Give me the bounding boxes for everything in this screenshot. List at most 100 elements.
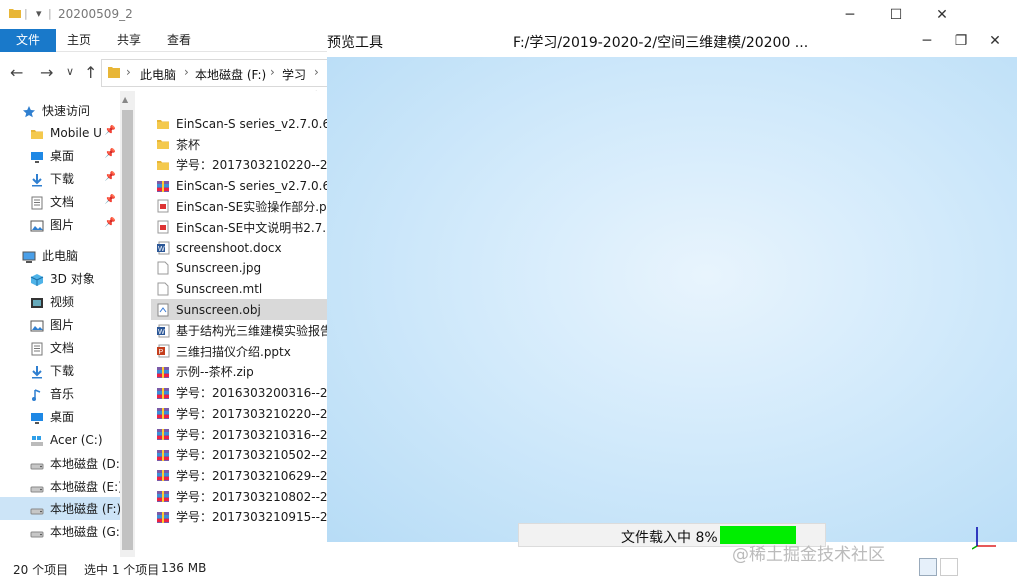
breadcrumb-separator: › (314, 65, 319, 79)
nav-item[interactable]: Mobile U 📌 (0, 121, 120, 144)
file-name: 学号：2017303210629--201 (176, 468, 327, 483)
file-row[interactable]: W 基于结构光三维建模实验报告. (151, 320, 327, 341)
breadcrumb-this-pc[interactable]: 此电脑 (140, 66, 176, 83)
file-row[interactable]: 学号：2017303210802--201 (151, 486, 327, 507)
file-row[interactable]: 学号：2017303210915--201 (151, 506, 327, 527)
nav-item[interactable]: 3D 对象 (0, 267, 120, 290)
powerpoint-icon: P (156, 344, 170, 358)
file-row[interactable]: P 三维扫描仪介绍.pptx (151, 341, 327, 362)
preview-3d-canvas[interactable]: 文件载入中 8% (327, 57, 1017, 550)
folder-icon (156, 117, 170, 131)
pictures-icon (30, 219, 44, 231)
tab-view[interactable]: 查看 (167, 29, 191, 52)
nav-item[interactable]: 下载 (0, 359, 120, 382)
file-row[interactable]: Sunscreen.jpg (151, 258, 327, 279)
nav-item[interactable]: 桌面 📌 (0, 144, 120, 167)
archive-icon (156, 365, 170, 379)
file-icon (156, 261, 170, 275)
nav-item-label: 文档 (50, 195, 75, 209)
nav-item[interactable]: 快速访问 (0, 99, 120, 122)
file-row[interactable]: 学号：2016303200316--201 (151, 382, 327, 403)
nav-item[interactable]: 本地磁盘 (G:) (0, 520, 120, 543)
file-row[interactable]: 学号：2017303210502--201 (151, 444, 327, 465)
nav-item-label: 音乐 (50, 387, 75, 401)
nav-item[interactable]: 文档 📌 (0, 190, 120, 213)
file-name: EinScan-S series_v2.7.0.6.zip (176, 178, 327, 193)
file-name: Sunscreen.mtl (176, 282, 263, 297)
preview-restore-button[interactable]: ❐ (944, 24, 978, 57)
tab-file[interactable]: 文件 (0, 29, 56, 52)
file-row[interactable]: 示例--茶杯.zip (151, 361, 327, 382)
file-row[interactable]: 学号：2017303210316--201 (151, 424, 327, 445)
pdf-icon (156, 220, 170, 234)
star-icon (22, 105, 36, 117)
file-row[interactable]: 茶杯 (151, 134, 327, 155)
nav-item[interactable]: 图片 (0, 313, 120, 336)
selection-size: 136 MB (161, 561, 207, 575)
forward-arrow-icon[interactable]: → (40, 63, 53, 82)
nav-item[interactable]: 此电脑 (0, 244, 120, 267)
navigation-scrollbar-thumb[interactable] (122, 110, 133, 550)
file-row[interactable]: EinScan-S series_v2.7.0.6.zip (151, 175, 327, 196)
preview-minimize-button[interactable]: ─ (910, 24, 944, 57)
pdf-icon (156, 199, 170, 213)
file-row[interactable]: Sunscreen.obj (151, 299, 327, 321)
file-row[interactable]: EinScan-S series_v2.7.0.6 (151, 113, 327, 134)
nav-item[interactable]: 音乐 (0, 382, 120, 405)
nav-item[interactable]: 图片 📌 (0, 213, 120, 236)
nav-item-label: 本地磁盘 (E:) (50, 480, 120, 494)
tab-share[interactable]: 共享 (117, 29, 141, 52)
breadcrumb-separator: › (126, 65, 131, 79)
loading-progress-label: 文件载入中 8% (621, 530, 718, 546)
windows-drive-icon (30, 434, 44, 446)
svg-text:P: P (159, 349, 164, 356)
preview-close-button[interactable]: ✕ (978, 24, 1012, 57)
nav-item[interactable]: 本地磁盘 (F:) (0, 497, 120, 520)
quick-access-dropdown-icon[interactable]: ▾ (36, 7, 42, 20)
file-name: 茶杯 (176, 137, 201, 152)
quick-access-separator: | (24, 7, 28, 20)
nav-item-label: 本地磁盘 (G:) (50, 525, 120, 539)
nav-item-label: 快速访问 (42, 104, 91, 118)
file-row[interactable]: 学号：2017303210220--201 (151, 403, 327, 424)
navigation-pane: 快速访问 Mobile U 📌 桌面 📌 下载 📌 文档 📌 图片 📌 此电脑 3D 对象 视频 图片 文档下… (0, 91, 120, 557)
file-row[interactable]: Sunscreen.mtl (151, 279, 327, 300)
scroll-up-icon[interactable]: ▲ (122, 95, 128, 104)
file-name: Sunscreen.jpg (176, 261, 262, 276)
nav-item[interactable]: 本地磁盘 (D:) (0, 452, 120, 475)
file-row[interactable]: EinScan-SE中文说明书2.7.pdf (151, 217, 327, 238)
file-name: 三维扫描仪介绍.pptx (176, 344, 291, 359)
address-bar[interactable]: › 此电脑 › 本地磁盘 (F:) › 学习 › (101, 59, 351, 87)
nav-item-label: 下载 (50, 364, 75, 378)
tab-home[interactable]: 主页 (67, 29, 91, 52)
document-icon (30, 342, 44, 355)
file-row[interactable]: EinScan-SE实验操作部分.pdf (151, 196, 327, 217)
back-arrow-icon[interactable]: ← (10, 63, 23, 82)
svg-text:W: W (158, 329, 165, 336)
nav-item[interactable]: 下载 📌 (0, 167, 120, 190)
file-row[interactable]: 学号：2017303210629--201 (151, 465, 327, 486)
file-row[interactable]: 学号：2017303210220--201 (151, 154, 327, 175)
desktop-icon (30, 150, 44, 163)
folder-icon (108, 65, 120, 82)
breadcrumb-study[interactable]: 学习 (282, 66, 306, 83)
nav-item[interactable]: Acer (C:) (0, 428, 120, 451)
nav-item[interactable]: 本地磁盘 (E:) (0, 475, 120, 498)
breadcrumb-drive-f[interactable]: 本地磁盘 (F:) (195, 66, 266, 83)
pictures-icon (30, 319, 44, 331)
nav-item[interactable]: 桌面 (0, 405, 120, 428)
desktop-icon (30, 411, 44, 424)
recent-locations-icon[interactable]: ∨ (66, 65, 74, 78)
nav-item[interactable]: 文档 (0, 336, 120, 359)
up-arrow-icon[interactable]: ↑ (84, 63, 97, 82)
pin-icon: 📌 (104, 195, 116, 205)
file-row[interactable]: Wscreenshoot.docx (151, 237, 327, 258)
preview-file-path: F:/学习/2019-2020-2/空间三维建模/20200 ... (513, 35, 809, 51)
nav-item[interactable]: 视频 (0, 290, 120, 313)
nav-item-label: 下载 (50, 172, 75, 186)
nav-item-label: Acer (C:) (50, 432, 103, 447)
large-icons-view-icon[interactable] (940, 558, 958, 576)
file-name: 学号：2017303210802--201 (176, 489, 327, 504)
details-view-icon[interactable] (919, 558, 937, 576)
preview-title-bar: 预览工具 F:/学习/2019-2020-2/空间三维建模/20200 ... … (327, 24, 1017, 57)
